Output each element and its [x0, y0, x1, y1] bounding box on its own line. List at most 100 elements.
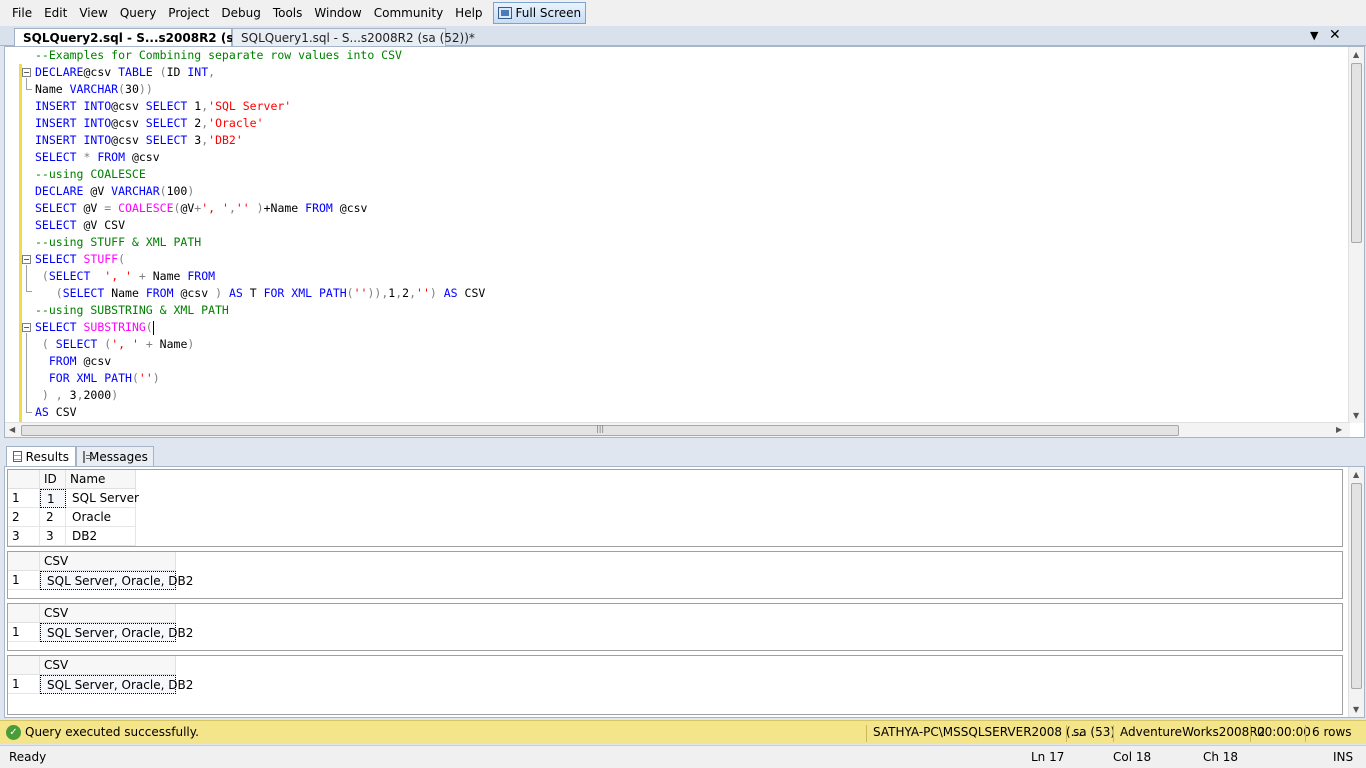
- code-line[interactable]: (SELECT ', ' + Name FROM: [35, 268, 215, 285]
- collapse-icon[interactable]: −: [22, 323, 31, 332]
- tab-sqlquery1[interactable]: SQLQuery1.sql - S...s2008R2 (sa (52))*: [232, 28, 475, 46]
- code-line[interactable]: SELECT @V = COALESCE(@V+', ','' )+Name F…: [35, 200, 367, 217]
- scroll-down-icon[interactable]: ▼: [1353, 705, 1359, 714]
- collapse-icon[interactable]: −: [22, 255, 31, 264]
- code-token: COALESCE: [118, 201, 174, 215]
- result-grid[interactable]: ID Name 1 1 SQL Server 2 2 Oracle 3 3 DB…: [7, 469, 1343, 547]
- menu-edit[interactable]: Edit: [38, 4, 73, 22]
- code-line[interactable]: SELECT * FROM @csv: [35, 149, 160, 166]
- tab-results[interactable]: Results: [6, 446, 76, 466]
- code-line[interactable]: ) , 3,2000): [35, 387, 118, 404]
- column-header[interactable]: CSV: [40, 552, 176, 571]
- grid-cell[interactable]: 3: [40, 527, 66, 546]
- menu-tools[interactable]: Tools: [267, 4, 309, 22]
- code-line[interactable]: (SELECT Name FROM @csv ) AS T FOR XML PA…: [35, 285, 486, 302]
- full-screen-button[interactable]: Full Screen: [492, 2, 587, 24]
- code-token: ,: [208, 65, 216, 79]
- editor-vertical-scrollbar[interactable]: ▲ ▼: [1348, 47, 1364, 423]
- code-line[interactable]: AS CSV: [35, 404, 77, 421]
- code-line[interactable]: --Examples for Combining separate row va…: [35, 47, 402, 64]
- code-token: ): [215, 286, 222, 300]
- code-token: )): [138, 82, 153, 96]
- menu-community[interactable]: Community: [368, 4, 449, 22]
- grid-cell[interactable]: 2: [40, 508, 66, 527]
- scroll-up-icon[interactable]: ▲: [1353, 470, 1359, 479]
- grid-cell[interactable]: Oracle: [66, 508, 136, 527]
- code-token: SELECT: [35, 320, 77, 334]
- grid-cell[interactable]: 1: [40, 489, 66, 508]
- row-number[interactable]: 1: [8, 489, 40, 508]
- scroll-left-icon[interactable]: ◀: [9, 425, 15, 434]
- results-pane: ID Name 1 1 SQL Server 2 2 Oracle 3 3 DB…: [4, 466, 1365, 718]
- code-line[interactable]: FOR XML PATH(''): [35, 370, 160, 387]
- code-line[interactable]: SELECT STUFF(: [35, 251, 125, 268]
- code-line[interactable]: DECLARE @V VARCHAR(100): [35, 183, 194, 200]
- scroll-thumb[interactable]: [1351, 483, 1362, 689]
- menu-window[interactable]: Window: [308, 4, 367, 22]
- code-line[interactable]: SELECT @V CSV: [35, 217, 125, 234]
- menu-help[interactable]: Help: [449, 4, 488, 22]
- code-token: SELECT: [62, 286, 105, 300]
- chevron-down-icon[interactable]: ▼: [1310, 29, 1318, 42]
- collapse-icon[interactable]: −: [22, 68, 31, 77]
- grid-cell[interactable]: SQL Server, Oracle, DB2: [40, 571, 193, 590]
- code-token: )): [367, 286, 382, 300]
- scroll-up-icon[interactable]: ▲: [1353, 50, 1359, 59]
- code-token: CSV: [457, 286, 486, 300]
- code-token: INSERT INTO: [35, 116, 112, 130]
- code-line[interactable]: SELECT SUBSTRING(: [35, 319, 154, 336]
- code-line[interactable]: --using SUBSTRING & XML PATH: [35, 302, 229, 319]
- scroll-thumb[interactable]: [1351, 63, 1362, 243]
- scroll-thumb[interactable]: |||: [21, 424, 1179, 436]
- tab-messages[interactable]: Messages: [76, 446, 154, 466]
- grid-cell[interactable]: SQL Server: [66, 489, 139, 508]
- menu-view[interactable]: View: [73, 4, 113, 22]
- code-line[interactable]: ( SELECT (', ' + Name): [35, 336, 194, 353]
- result-grid[interactable]: CSV 1 SQL Server, Oracle, DB2: [7, 655, 1343, 715]
- row-number[interactable]: 2: [8, 508, 40, 527]
- grid-cell[interactable]: DB2: [66, 527, 136, 546]
- row-number[interactable]: 3: [8, 527, 40, 546]
- results-vertical-scrollbar[interactable]: ▲ ▼: [1348, 467, 1364, 717]
- code-token: 30: [125, 82, 139, 96]
- row-number[interactable]: 1: [8, 623, 40, 642]
- row-number[interactable]: 1: [8, 571, 40, 590]
- code-token: '': [138, 371, 153, 385]
- code-token: VARCHAR: [69, 82, 119, 96]
- code-token: (: [97, 337, 112, 351]
- code-line[interactable]: Name VARCHAR(30)): [35, 81, 153, 98]
- result-grid[interactable]: CSV 1 SQL Server, Oracle, DB2: [7, 551, 1343, 599]
- code-token: INT: [187, 65, 209, 79]
- code-line[interactable]: FROM @csv: [35, 353, 111, 370]
- code-token: SELECT: [35, 150, 77, 164]
- tab-sqlquery2[interactable]: SQLQuery2.sql - S...s2008R2 (sa (53))*: [14, 28, 285, 46]
- column-header[interactable]: CSV: [40, 656, 176, 675]
- code-area[interactable]: − − − --Examples for Combining separate …: [5, 47, 1350, 423]
- grid-cell[interactable]: SQL Server, Oracle, DB2: [40, 623, 193, 642]
- column-header[interactable]: Name: [66, 470, 136, 489]
- code-token: @V CSV: [76, 218, 126, 232]
- code-line[interactable]: --using STUFF & XML PATH: [35, 234, 201, 251]
- menu-query[interactable]: Query: [114, 4, 162, 22]
- result-grid[interactable]: CSV 1 SQL Server, Oracle, DB2: [7, 603, 1343, 651]
- code-line[interactable]: INSERT INTO@csv SELECT 2,'Oracle': [35, 115, 264, 132]
- code-line[interactable]: INSERT INTO@csv SELECT 3,'DB2': [35, 132, 243, 149]
- column-header[interactable]: CSV: [40, 604, 176, 623]
- code-line[interactable]: INSERT INTO@csv SELECT 1,'SQL Server': [35, 98, 291, 115]
- scroll-right-icon[interactable]: ▶: [1336, 425, 1342, 434]
- document-tab-strip: SQLQuery2.sql - S...s2008R2 (sa (53))* S…: [0, 26, 1366, 46]
- row-number[interactable]: 1: [8, 675, 40, 694]
- editor-horizontal-scrollbar[interactable]: ◀ ||| ▶: [5, 422, 1350, 437]
- sql-editor[interactable]: − − − --Examples for Combining separate …: [4, 46, 1365, 438]
- code-line[interactable]: DECLARE@csv TABLE (ID INT,: [35, 64, 215, 81]
- close-icon[interactable]: ✕: [1329, 27, 1341, 43]
- scroll-down-icon[interactable]: ▼: [1353, 411, 1359, 420]
- menu-project[interactable]: Project: [162, 4, 215, 22]
- grid-cell[interactable]: SQL Server, Oracle, DB2: [40, 675, 193, 694]
- column-header[interactable]: ID: [40, 470, 66, 489]
- code-line[interactable]: --using COALESCE: [35, 166, 146, 183]
- code-token: FROM: [48, 354, 77, 368]
- menu-debug[interactable]: Debug: [215, 4, 266, 22]
- menu-file[interactable]: File: [6, 4, 38, 22]
